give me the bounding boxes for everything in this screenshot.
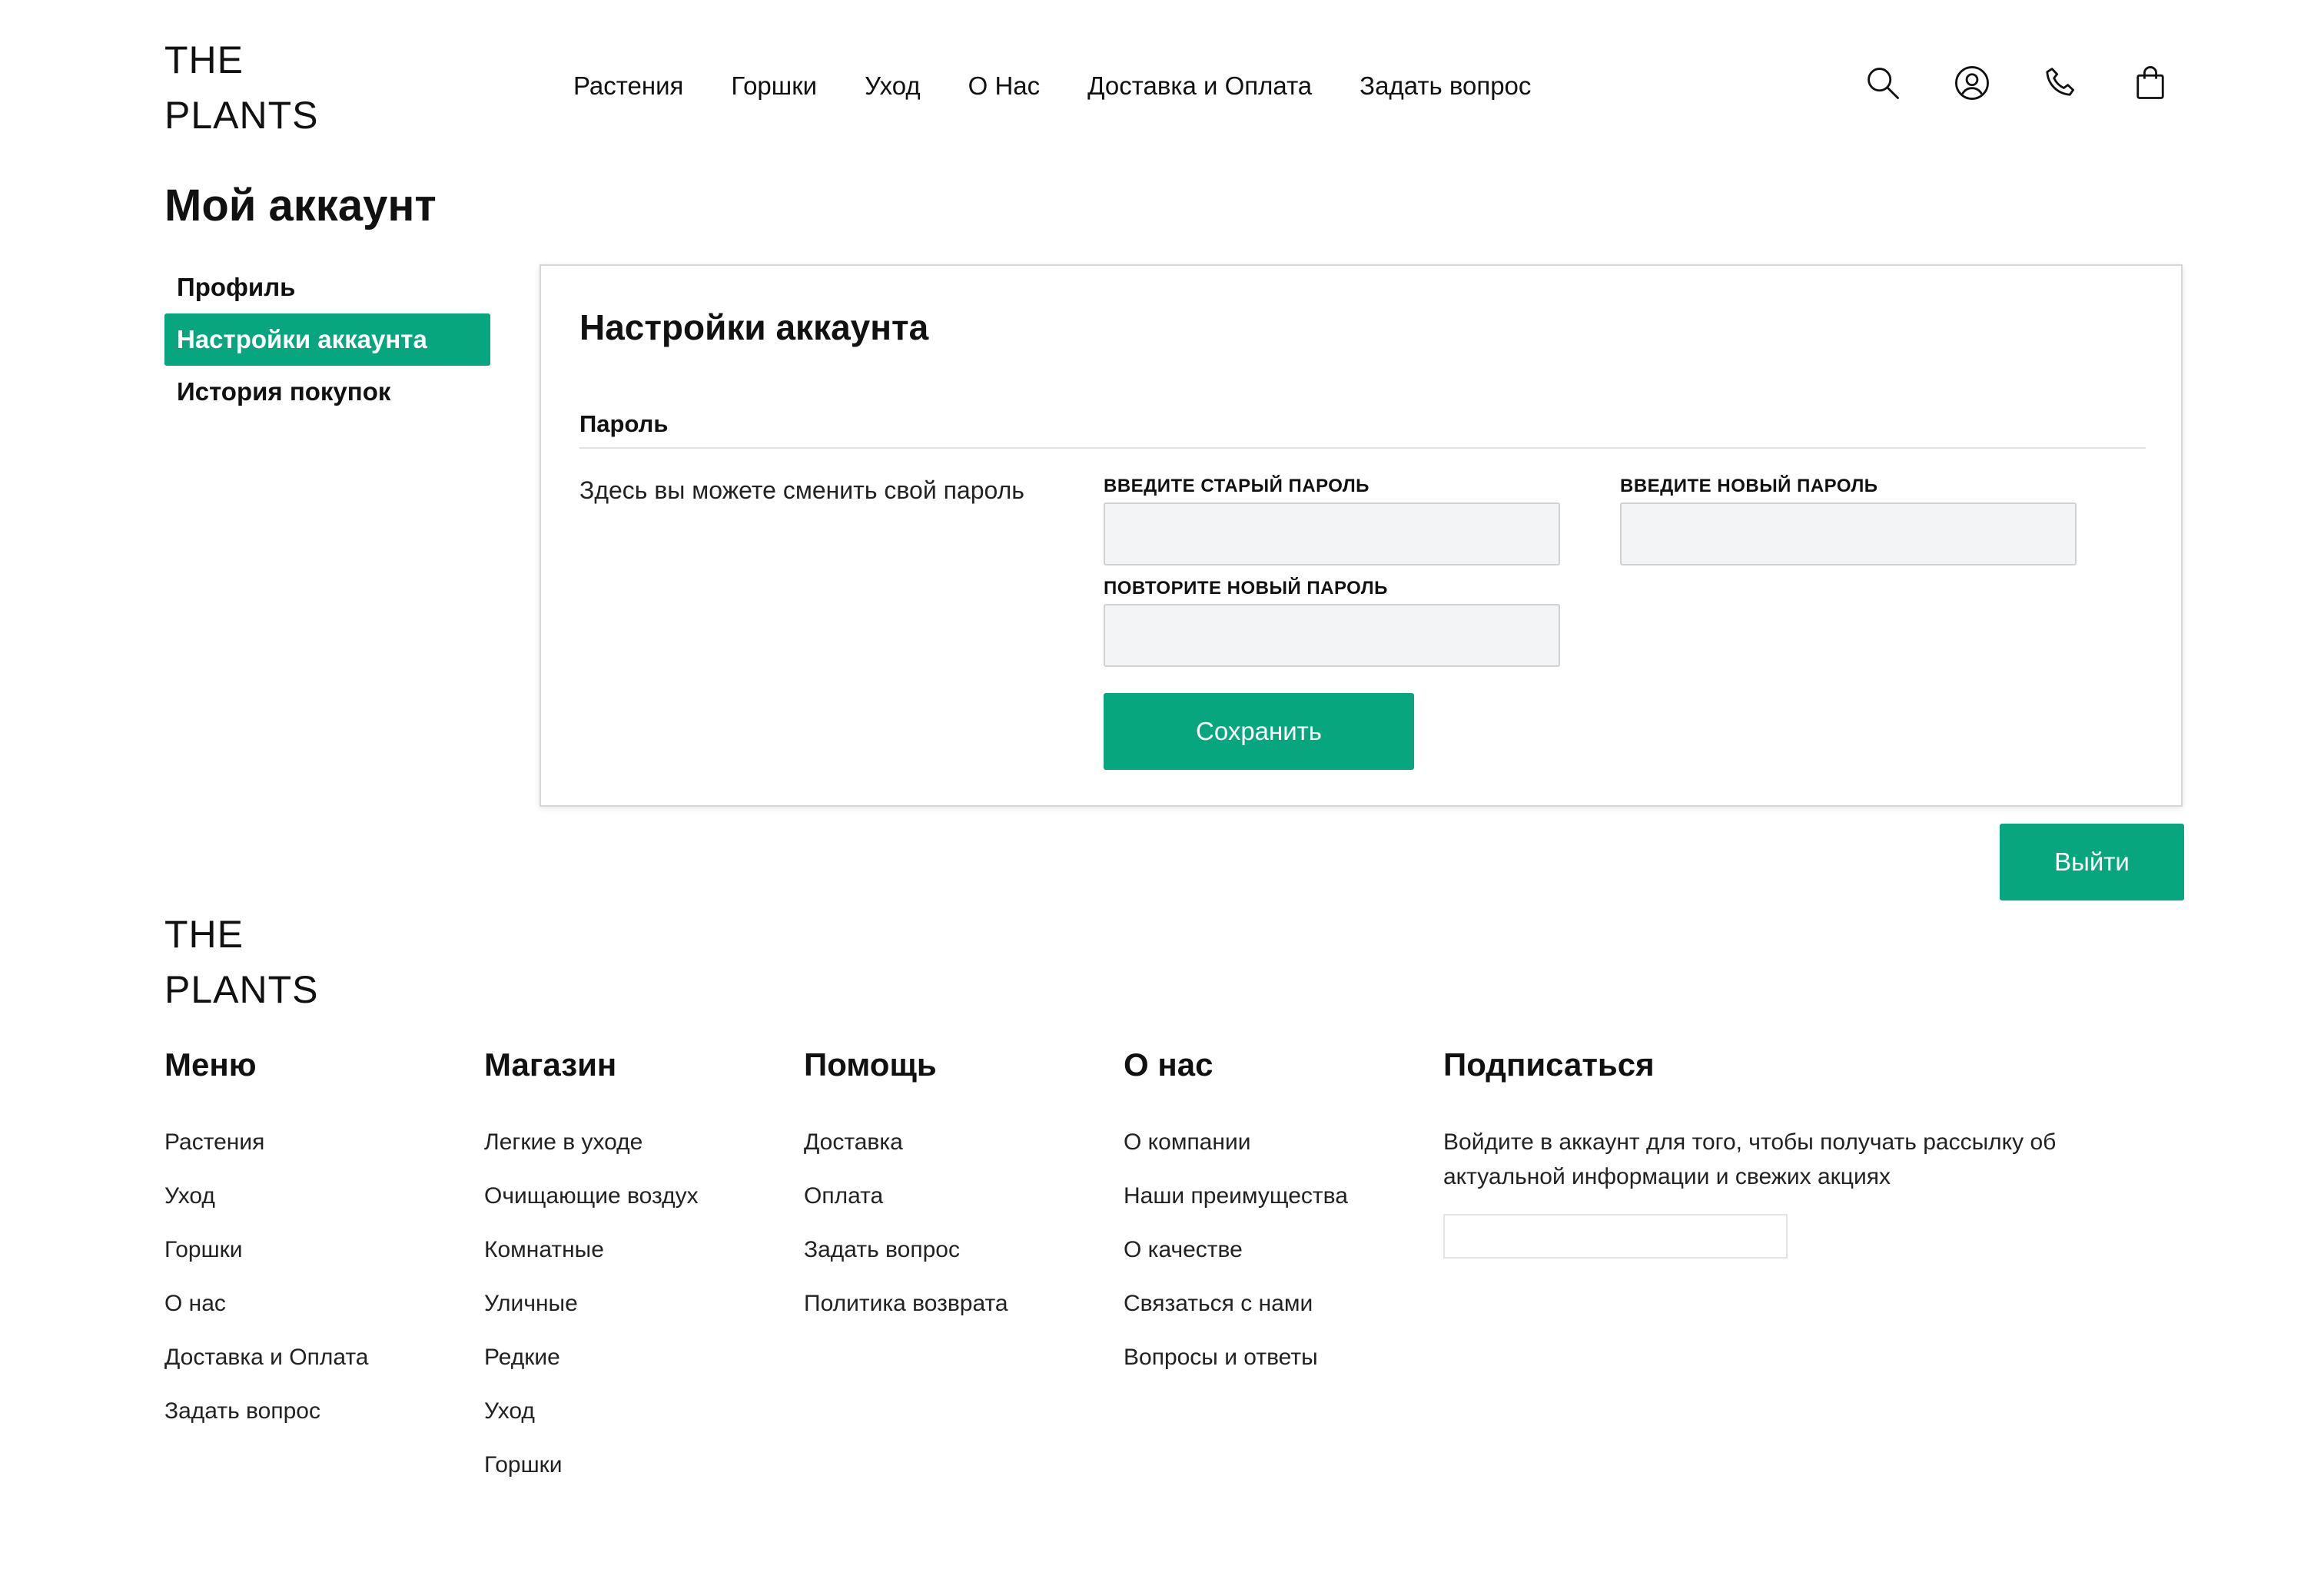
footer-column-title: Меню: [164, 1046, 257, 1083]
shopping-bag-icon[interactable]: [2127, 60, 2173, 106]
repeat-password-label: Повторите новый пароль: [1104, 578, 1388, 599]
account-side-menu: Профиль Настройки аккаунта История покуп…: [164, 261, 490, 418]
old-password-label: Введите старый пароль: [1104, 476, 1370, 496]
footer-link[interactable]: Связаться с нами: [1124, 1286, 1370, 1321]
footer-column-help: Помощь Доставка Оплата Задать вопрос Пол…: [804, 1045, 1008, 1340]
logo[interactable]: THE PLANTS: [164, 32, 319, 143]
user-icon[interactable]: [1949, 60, 1995, 106]
footer-column-title: Помощь: [804, 1046, 937, 1083]
footer-logo-line-1: THE: [164, 913, 244, 956]
footer-link[interactable]: Растения: [164, 1125, 368, 1159]
nav-item-pots[interactable]: Горшки: [731, 66, 817, 106]
search-icon[interactable]: [1860, 60, 1906, 106]
account-settings-card: Настройки аккаунта Пароль Здесь вы может…: [540, 264, 2183, 807]
footer-subscribe: Подписаться Войдите в аккаунт для того, …: [1443, 1045, 2150, 1259]
side-menu-item-account-settings[interactable]: Настройки аккаунта: [164, 313, 490, 366]
footer-column-title: Магазин: [484, 1046, 617, 1083]
footer-column-menu: Меню Растения Уход Горшки О нас Доставка…: [164, 1045, 368, 1448]
header-icons: [1860, 60, 2173, 106]
nav-item-about[interactable]: О Нас: [968, 66, 1041, 106]
footer-link[interactable]: О качестве: [1124, 1232, 1370, 1267]
footer-logo[interactable]: THE PLANTS: [164, 907, 319, 1017]
footer-link[interactable]: Вопросы и ответы: [1124, 1340, 1370, 1375]
old-password-input[interactable]: [1104, 502, 1560, 565]
password-section-title: Пароль: [579, 410, 669, 437]
footer-link[interactable]: Задать вопрос: [804, 1232, 1008, 1267]
subscribe-text: Войдите в аккаунт для того, чтобы получа…: [1443, 1129, 2057, 1189]
nav-item-delivery-payment[interactable]: Доставка и Оплата: [1087, 66, 1312, 106]
footer-link[interactable]: Наши преимущества: [1124, 1179, 1370, 1213]
save-button[interactable]: Сохранить: [1104, 693, 1414, 770]
footer-link[interactable]: Политика возврата: [804, 1286, 1008, 1321]
footer-link[interactable]: Уход: [164, 1179, 368, 1213]
footer-link[interactable]: Очищающие воздух: [484, 1179, 699, 1213]
side-menu-item-profile[interactable]: Профиль: [164, 261, 490, 313]
footer-link[interactable]: Горшки: [484, 1448, 699, 1482]
nav-item-care[interactable]: Уход: [865, 66, 921, 106]
settings-title: Настройки аккаунта: [579, 307, 929, 347]
footer-link[interactable]: Уход: [484, 1394, 699, 1428]
footer-link[interactable]: О компании: [1124, 1125, 1370, 1159]
logo-line-1: THE: [164, 38, 244, 81]
footer-link[interactable]: Задать вопрос: [164, 1394, 368, 1428]
logout-button[interactable]: Выйти: [2000, 824, 2184, 900]
section-divider: [579, 447, 2146, 449]
subscribe-email-input[interactable]: [1443, 1214, 1788, 1259]
footer-link[interactable]: Легкие в уходе: [484, 1125, 699, 1159]
new-password-label: Введите новый пароль: [1620, 476, 1878, 496]
footer-logo-line-2: PLANTS: [164, 968, 319, 1011]
new-password-input[interactable]: [1620, 502, 2077, 565]
page-title: Мой аккаунт: [164, 181, 437, 230]
nav-item-plants[interactable]: Растения: [573, 66, 683, 106]
footer-link[interactable]: Оплата: [804, 1179, 1008, 1213]
password-section-description: Здесь вы можете сменить свой пароль: [579, 476, 1024, 504]
footer-link[interactable]: Уличные: [484, 1286, 699, 1321]
footer-link[interactable]: Горшки: [164, 1232, 368, 1267]
subscribe-title: Подписаться: [1443, 1046, 1655, 1083]
footer-column-shop: Магазин Легкие в уходе Очищающие воздух …: [484, 1045, 699, 1501]
repeat-password-input[interactable]: [1104, 604, 1560, 667]
footer-link[interactable]: Доставка: [804, 1125, 1008, 1159]
footer-column-title: О нас: [1124, 1046, 1213, 1083]
footer-link[interactable]: Редкие: [484, 1340, 699, 1375]
footer-link[interactable]: Комнатные: [484, 1232, 699, 1267]
side-menu-item-purchase-history[interactable]: История покупок: [164, 366, 490, 418]
footer-column-about: О нас О компании Наши преимущества О кач…: [1124, 1045, 1370, 1394]
footer-link[interactable]: Доставка и Оплата: [164, 1340, 368, 1375]
main-nav: Растения Горшки Уход О Нас Доставка и Оп…: [573, 66, 1531, 106]
nav-item-ask-question[interactable]: Задать вопрос: [1360, 66, 1531, 106]
logo-line-2: PLANTS: [164, 94, 319, 137]
phone-icon[interactable]: [2038, 60, 2084, 106]
footer-link[interactable]: О нас: [164, 1286, 368, 1321]
